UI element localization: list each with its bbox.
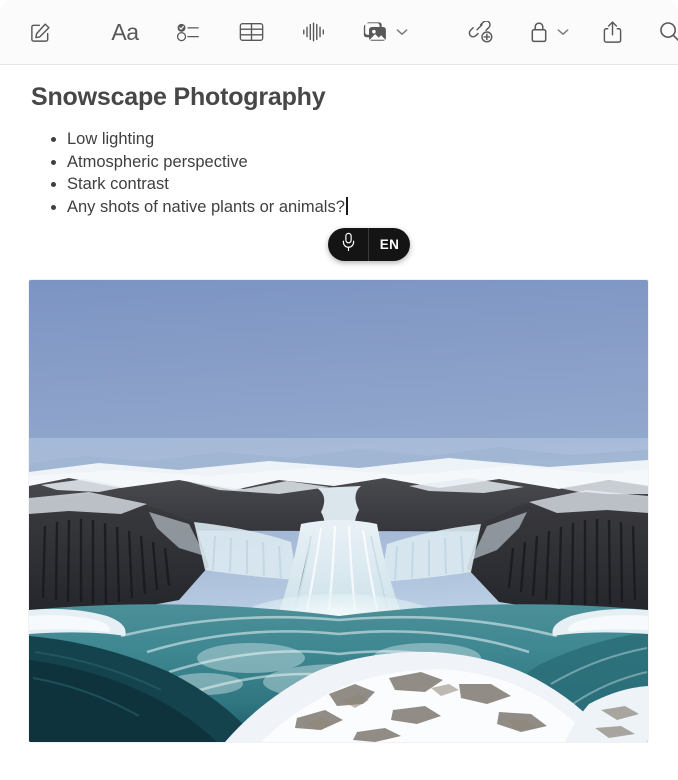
list-item[interactable]: Atmospheric perspective xyxy=(51,151,678,174)
bullet-list: Low lighting Atmospheric perspective Sta… xyxy=(0,128,678,218)
lock-icon xyxy=(526,16,552,48)
note-image-attachment[interactable] xyxy=(29,280,648,742)
list-item[interactable]: Stark contrast xyxy=(51,173,678,196)
text-cursor xyxy=(345,196,348,215)
add-link-button[interactable] xyxy=(464,16,498,48)
list-item-label: Stark contrast xyxy=(67,175,169,193)
chevron-down-icon xyxy=(557,28,569,36)
notes-window: Aa Snowscape Photography Low lighting At… xyxy=(0,0,678,780)
note-title: Snowscape Photography xyxy=(31,83,326,111)
list-item-label: Atmospheric perspective xyxy=(67,152,248,171)
search-button[interactable] xyxy=(655,16,678,48)
compose-icon xyxy=(29,21,52,44)
table-icon xyxy=(239,21,264,43)
chevron-down-icon xyxy=(396,28,408,36)
toolbar-left-group xyxy=(23,15,57,49)
compose-note-button[interactable] xyxy=(23,15,57,49)
share-button[interactable] xyxy=(597,15,627,49)
list-item[interactable]: Low lighting xyxy=(51,128,678,151)
link-add-icon xyxy=(468,20,495,44)
toolbar-center-group: Aa xyxy=(109,16,408,48)
dictation-mic-button[interactable] xyxy=(328,228,369,261)
share-icon xyxy=(602,20,623,45)
list-item-label: Any shots of native plants or animals? xyxy=(67,197,345,216)
checklist-button[interactable] xyxy=(172,16,204,48)
toolbar-right-group xyxy=(464,15,678,49)
table-button[interactable] xyxy=(235,16,267,48)
list-item[interactable]: Any shots of native plants or animals? xyxy=(51,196,678,219)
media-photo-icon xyxy=(361,17,391,47)
microphone-icon xyxy=(341,232,356,257)
snowscape-waterfall-photo xyxy=(29,280,648,742)
note-body[interactable]: Snowscape Photography Low lighting Atmos… xyxy=(0,65,678,218)
search-icon xyxy=(658,20,678,44)
audio-button[interactable] xyxy=(298,16,330,48)
format-aa-icon: Aa xyxy=(111,18,139,45)
toolbar: Aa xyxy=(0,0,678,65)
audio-waveform-icon xyxy=(301,20,327,44)
checklist-icon xyxy=(176,21,200,43)
format-button[interactable]: Aa xyxy=(109,16,141,48)
dictation-language-label[interactable]: EN xyxy=(369,228,410,261)
lock-button[interactable] xyxy=(526,16,569,48)
list-item-label: Low lighting xyxy=(67,130,155,148)
media-button[interactable] xyxy=(361,17,408,47)
dictation-widget[interactable]: EN xyxy=(328,228,410,261)
